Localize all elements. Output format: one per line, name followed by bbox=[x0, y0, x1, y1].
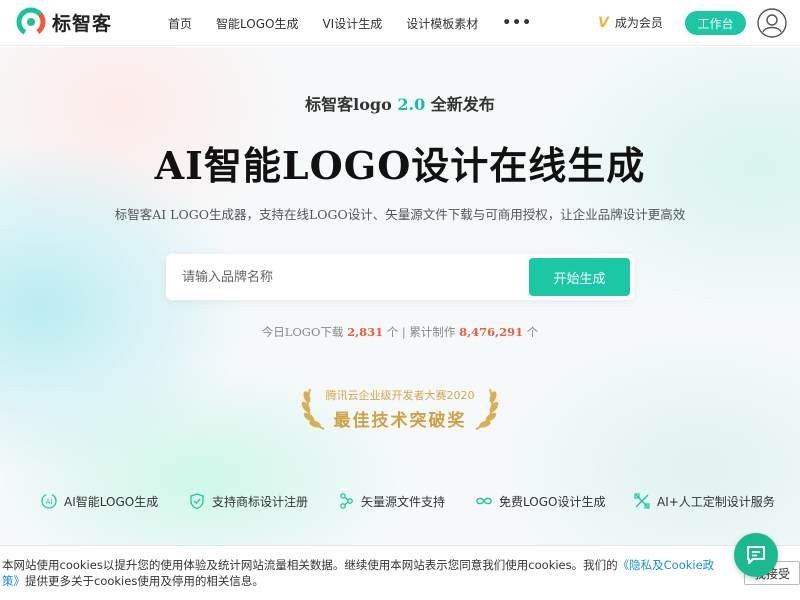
feature-item: 矢量源文件支持 bbox=[337, 492, 445, 510]
share-nodes-icon bbox=[340, 493, 353, 509]
release-subheading: 标智客logo 2.0 全新发布 bbox=[0, 91, 800, 115]
infinity-icon bbox=[476, 497, 492, 505]
feature-list: AI AI智能LOGO生成 支持商标设计注册 矢量源文件支持 免费LOGO设计生… bbox=[0, 492, 800, 512]
member-label: 成为会员 bbox=[614, 16, 663, 30]
chat-support-button[interactable] bbox=[734, 533, 778, 577]
page-title: AI智能LOGO设计在线生成 bbox=[154, 143, 646, 188]
feature-item: AI+人工定制设计服务 bbox=[633, 492, 775, 510]
subhead-suffix: 全新发布 bbox=[430, 95, 495, 114]
brand-logo-icon bbox=[16, 7, 46, 37]
ai-icon: AI bbox=[41, 493, 57, 509]
feature-item: AI AI智能LOGO生成 bbox=[40, 492, 158, 510]
workbench-button[interactable]: 工作台 bbox=[685, 11, 746, 35]
version-number: 2.0 bbox=[397, 95, 426, 114]
vip-icon: V bbox=[598, 14, 609, 31]
more-menu-icon[interactable]: ••• bbox=[502, 15, 532, 31]
cookie-text: 本网站使用cookies以提升您的使用体验及统计网站流量相关数据。继续使用本网站… bbox=[2, 557, 722, 589]
nav-item-home[interactable]: 首页 bbox=[168, 15, 192, 32]
nav-item-vi-design[interactable]: VI设计生成 bbox=[322, 15, 382, 32]
download-stats: 今日LOGO下载 2,831 个 | 累计制作 8,476,291 个 bbox=[0, 324, 800, 340]
start-generate-button[interactable]: 开始生成 bbox=[529, 258, 630, 296]
award-badge: 腾讯云企业级开发者大赛2020 最佳技术突破奖 bbox=[300, 383, 500, 433]
brand-logo[interactable]: 标智客 bbox=[16, 7, 112, 37]
nav-item-logo-generate[interactable]: 智能LOGO生成 bbox=[216, 15, 298, 32]
subhead-prefix: 标智客logo bbox=[305, 95, 392, 114]
top-header: 标智客 首页 智能LOGO生成 VI设计生成 设计模板素材 ••• V 成为会员… bbox=[0, 0, 800, 46]
feature-label: 支持商标设计注册 bbox=[212, 494, 309, 509]
feature-label: 免费LOGO设计生成 bbox=[499, 494, 606, 509]
shield-check-icon bbox=[190, 493, 204, 510]
nav-item-templates[interactable]: 设计模板素材 bbox=[406, 15, 478, 32]
feature-label: AI+人工定制设计服务 bbox=[657, 494, 775, 509]
chat-bubble-icon bbox=[747, 546, 765, 564]
user-avatar-icon[interactable] bbox=[757, 8, 787, 38]
hero-section: 标智客logo 2.0 全新发布 AI智能LOGO设计在线生成 标智客AI LO… bbox=[0, 47, 800, 545]
brand-name-input[interactable] bbox=[166, 254, 526, 300]
become-member-link[interactable]: V 成为会员 bbox=[598, 14, 663, 31]
tools-icon bbox=[634, 493, 650, 509]
page-description: 标智客AI LOGO生成器，支持在线LOGO设计、矢量源文件下载与可商用授权，让… bbox=[114, 207, 686, 222]
today-downloads-value: 2,831 bbox=[347, 325, 384, 339]
cookie-banner: 本网站使用cookies以提升您的使用体验及统计网站流量相关数据。继续使用本网站… bbox=[0, 545, 800, 600]
feature-label: AI智能LOGO生成 bbox=[64, 494, 159, 509]
total-made-label: 累计制作 bbox=[409, 325, 456, 339]
stats-separator: | bbox=[401, 325, 406, 339]
cookie-text-before: 本网站使用cookies以提升您的使用体验及统计网站流量相关数据。继续使用本网站… bbox=[2, 558, 618, 572]
feature-item: 支持商标设计注册 bbox=[188, 492, 308, 510]
brand-name: 标智客 bbox=[52, 12, 113, 35]
today-downloads-label: 今日LOGO下载 bbox=[261, 325, 344, 339]
total-unit: 个 bbox=[526, 325, 539, 339]
cookie-text-after: 提供更多关于cookies使用及停用的相关信息。 bbox=[25, 574, 264, 588]
main-nav: 首页 智能LOGO生成 VI设计生成 设计模板素材 ••• bbox=[168, 0, 532, 46]
feature-item: 免费LOGO设计生成 bbox=[475, 492, 605, 510]
feature-label: 矢量源文件支持 bbox=[361, 494, 446, 509]
today-unit: 个 bbox=[386, 325, 399, 339]
laurel-right-icon bbox=[475, 388, 499, 430]
brand-search-box: 开始生成 bbox=[166, 254, 634, 300]
svg-text:AI: AI bbox=[46, 498, 53, 506]
total-made-value: 8,476,291 bbox=[459, 325, 524, 339]
